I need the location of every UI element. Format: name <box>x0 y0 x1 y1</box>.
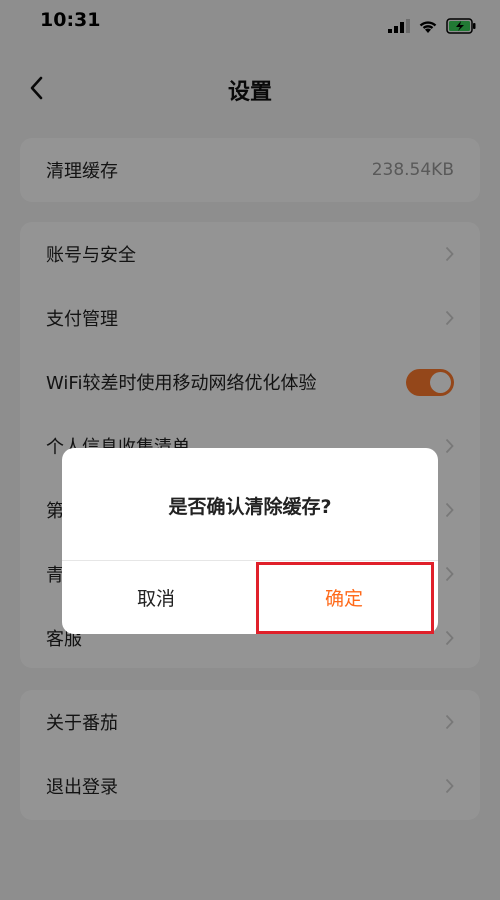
cancel-button[interactable]: 取消 <box>62 561 250 634</box>
dialog-message: 是否确认清除缓存? <box>168 496 332 518</box>
highlight-annotation-box <box>256 562 434 634</box>
